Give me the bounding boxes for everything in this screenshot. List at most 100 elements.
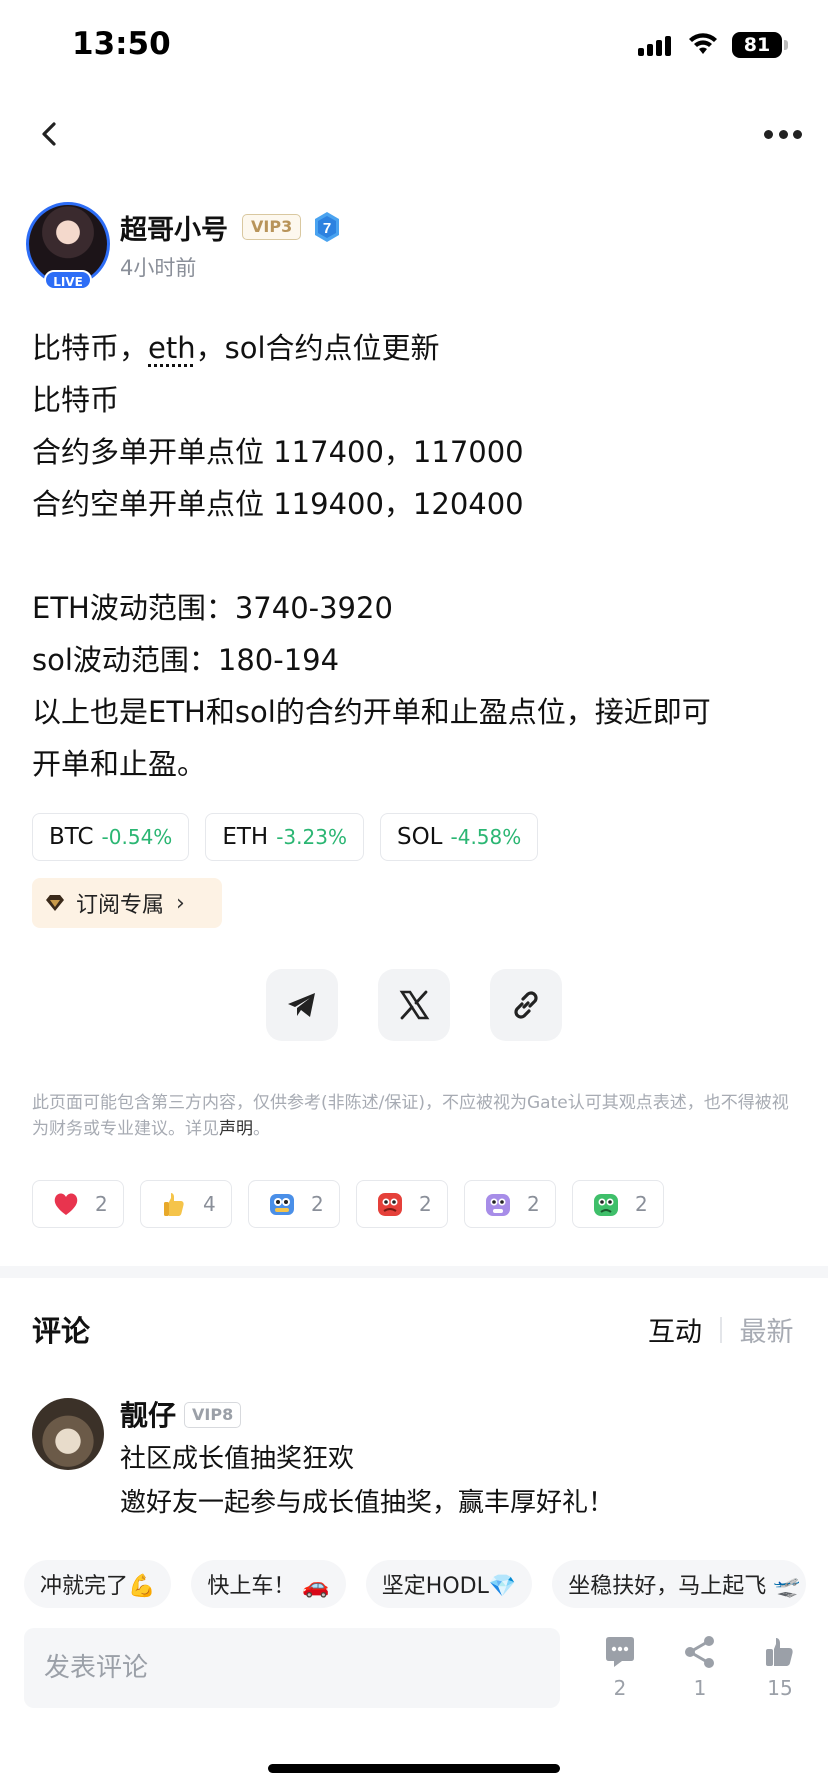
quick-reply-chip[interactable]: 坚定HODL💎 — [365, 1560, 533, 1608]
share-buttons — [266, 969, 562, 1041]
share-action[interactable]: 1 — [670, 1634, 730, 1700]
share-x-button[interactable] — [378, 969, 450, 1041]
comment-bubble-icon — [606, 1637, 634, 1667]
reaction-count: 2 — [527, 1192, 540, 1216]
cellular-signal-icon — [638, 34, 672, 56]
angry-face-icon — [378, 1193, 402, 1216]
sort-tab-interactive[interactable]: 互动 — [648, 1310, 702, 1349]
copy-link-button[interactable] — [490, 969, 562, 1041]
post-line: 合约多单开单点位 117400，117000 — [32, 435, 524, 469]
battery-cap — [784, 40, 788, 50]
status-bar: 13:50 81 — [0, 0, 828, 96]
green-monster-icon — [594, 1194, 618, 1216]
post-text: 比特币， — [32, 331, 149, 365]
live-badge[interactable]: LIVE — [44, 270, 92, 290]
comment-sort-tabs: 互动 最新 — [648, 1310, 794, 1349]
disclaimer-end: 。 — [253, 1119, 270, 1139]
level-badge-icon: 7 — [315, 212, 339, 242]
coin-tags: BTC -0.54% ETH -3.23% SOL -4.58% — [32, 813, 539, 861]
post-time: 4小时前 — [120, 256, 197, 280]
quick-reply-chip[interactable]: 快上车！ 🚗 — [191, 1560, 346, 1608]
coin-tag-eth[interactable]: ETH -3.23% — [205, 813, 364, 861]
post-text: ，sol合约点位更新 — [195, 331, 440, 365]
coin-symbol: SOL — [396, 824, 443, 850]
share-icon — [685, 1636, 714, 1668]
comment-text: 邀好友一起参与成长值抽奖，赢丰厚好礼！ — [120, 1488, 615, 1518]
comment-text: 社区成长值抽奖狂欢 — [120, 1444, 355, 1474]
disclaimer-text: 此页面可能包含第三方内容，仅供参考(非陈述/保证)，不应被视为Gate认可其观点… — [32, 1093, 789, 1139]
chevron-right-icon: › — [176, 890, 185, 916]
reaction-heart[interactable]: 2 — [32, 1180, 124, 1228]
coin-tag-btc[interactable]: BTC -0.54% — [32, 813, 190, 861]
like-action[interactable]: 15 — [750, 1634, 810, 1700]
diamond-icon — [46, 895, 64, 911]
quick-reply-chip[interactable]: 坐稳扶好，马上起飞 🛫 — [552, 1560, 807, 1608]
author-name[interactable]: 超哥小号 — [120, 208, 228, 247]
sort-tab-latest[interactable]: 最新 — [740, 1310, 794, 1349]
sort-divider — [720, 1316, 722, 1343]
subscribe-button[interactable]: 订阅专属 › — [32, 878, 222, 928]
link-icon — [514, 991, 538, 1019]
reaction-count: 2 — [311, 1192, 324, 1216]
reaction-green-monster[interactable]: 2 — [572, 1180, 664, 1228]
reaction-count: 2 — [95, 1192, 108, 1216]
reaction-count: 2 — [419, 1192, 432, 1216]
reaction-hodl-bot[interactable]: 2 — [248, 1180, 340, 1228]
commenter-vip-badge: VIP8 — [184, 1402, 242, 1428]
post-line-blank — [32, 530, 802, 582]
disclaimer: 此页面可能包含第三方内容，仅供参考(非陈述/保证)，不应被视为Gate认可其观点… — [32, 1090, 802, 1142]
nav-bar — [0, 108, 828, 158]
coin-symbol: ETH — [222, 824, 269, 850]
wifi-icon — [689, 33, 717, 54]
reaction-thumbs-up[interactable]: 4 — [140, 1180, 232, 1228]
vip-badge: VIP3 — [242, 214, 302, 240]
thumbs-up-icon — [164, 1193, 184, 1216]
quick-reply-chip[interactable]: 冲就完了💪 — [24, 1560, 172, 1608]
shares-count: 1 — [693, 1676, 707, 1700]
eth-mention-link[interactable]: eth — [148, 331, 196, 365]
purple-monster-icon — [486, 1194, 510, 1216]
coin-change: -0.54% — [101, 825, 173, 849]
post-line: sol波动范围：180-194 — [32, 643, 340, 677]
commenter-name[interactable]: 靓仔 — [120, 1394, 176, 1434]
share-telegram-button[interactable] — [266, 969, 338, 1041]
coin-change: -3.23% — [276, 825, 347, 849]
coin-tag-sol[interactable]: SOL -4.58% — [379, 813, 539, 861]
coin-symbol: BTC — [49, 824, 94, 850]
reaction-count: 2 — [635, 1192, 648, 1216]
thumbs-up-icon — [766, 1638, 793, 1666]
comments-title: 评论 — [32, 1314, 91, 1348]
back-arrow-icon[interactable] — [36, 118, 64, 150]
hodl-bot-icon — [270, 1194, 294, 1215]
battery-indicator: 81 — [732, 32, 782, 58]
reaction-angry-face[interactable]: 2 — [356, 1180, 448, 1228]
post-title-line: 比特币，eth，sol合约点位更新 — [32, 322, 802, 374]
commenter-avatar[interactable] — [32, 1398, 104, 1470]
coin-change: -4.58% — [450, 825, 522, 849]
quick-reply-list: 冲就完了💪 快上车！ 🚗 坚定HODL💎 坐稳扶好，马上起飞 🛫 — [24, 1560, 807, 1608]
post-author: LIVE 超哥小号 VIP3 7 4小时前 — [26, 202, 806, 292]
disclaimer-link[interactable]: 声明 — [219, 1119, 253, 1139]
reaction-count: 4 — [203, 1192, 216, 1216]
comments-action[interactable]: 2 — [590, 1634, 650, 1700]
telegram-icon — [288, 993, 315, 1017]
reaction-bar: 2 4 2 2 2 2 — [32, 1180, 664, 1228]
comment-input[interactable] — [24, 1628, 560, 1708]
subscribe-label: 订阅专属 — [76, 893, 165, 918]
level-number: 7 — [323, 220, 331, 237]
status-time: 13:50 — [72, 26, 171, 62]
heart-icon — [54, 1193, 78, 1215]
reaction-purple-monster[interactable]: 2 — [464, 1180, 556, 1228]
post-line: 开单和止盈。 — [32, 747, 207, 781]
more-options-icon[interactable] — [764, 128, 802, 140]
post-line: 合约空单开单点位 119400，120400 — [32, 487, 524, 521]
comments-count: 2 — [613, 1676, 627, 1700]
post-line: 以上也是ETH和sol的合约开单和止盈点位，接近即可 — [32, 695, 711, 729]
section-divider — [0, 1266, 828, 1278]
post-content: 比特币，eth，sol合约点位更新 比特币 合约多单开单点位 117400，11… — [32, 322, 802, 790]
x-logo-icon — [399, 990, 430, 1020]
home-indicator — [268, 1764, 560, 1773]
likes-count: 15 — [767, 1676, 793, 1700]
post-line: 比特币 — [32, 383, 120, 417]
post-line: ETH波动范围：3740-3920 — [32, 591, 393, 625]
